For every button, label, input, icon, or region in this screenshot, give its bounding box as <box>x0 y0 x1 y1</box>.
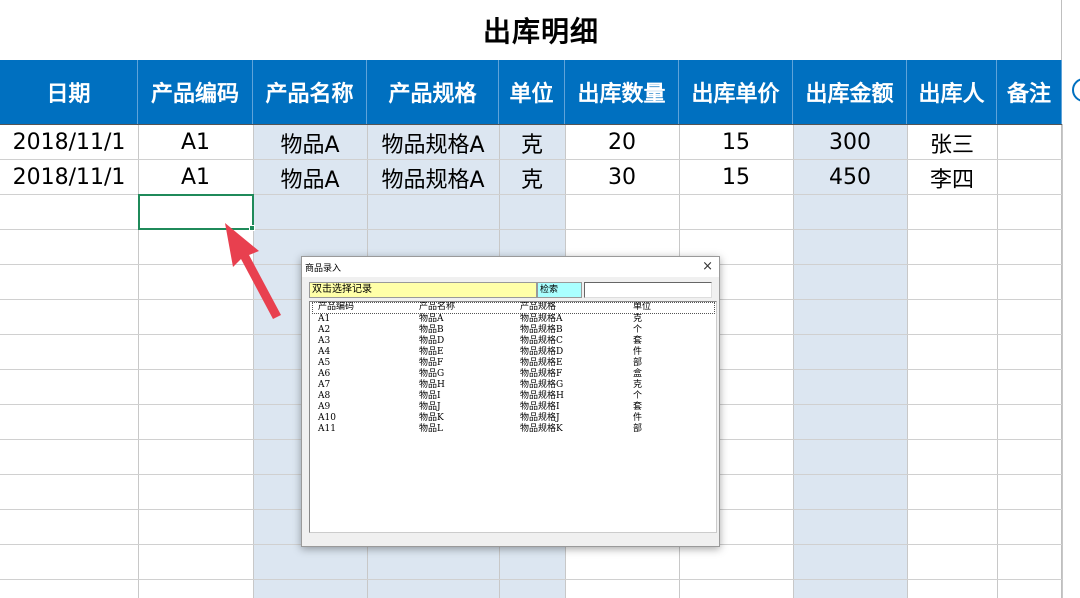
dialog-titlebar[interactable]: 商品录入 × <box>302 257 719 277</box>
cell-unit-price[interactable]: 15 <box>679 125 793 160</box>
search-label: 检索 <box>537 282 582 298</box>
list-item-unit[interactable]: 个 <box>633 326 642 335</box>
double-click-hint: 双击选择记录 <box>309 282 537 298</box>
list-item-spec[interactable]: 物品规格F <box>520 370 562 379</box>
list-item-spec[interactable]: 物品规格I <box>520 403 560 412</box>
cell-remark[interactable] <box>997 125 1062 160</box>
list-item-unit[interactable]: 克 <box>633 315 642 324</box>
cell-product-name[interactable]: 物品A <box>253 160 367 195</box>
list-item-spec[interactable]: 物品规格K <box>520 425 563 434</box>
list-col-code-header[interactable]: 产品编码 <box>318 303 354 312</box>
cell-amount[interactable]: 450 <box>793 160 907 195</box>
cell-product-code[interactable]: A1 <box>138 160 253 195</box>
spreadsheet-view: 出库明细 日期 产品编码 产品名称 产品规格 单位 出库数量 出库单价 出库金额 出库人 备注 20… <box>0 0 1080 598</box>
list-item-spec[interactable]: 物品规格A <box>520 315 563 324</box>
close-icon[interactable]: × <box>702 259 713 275</box>
dialog-statusbar <box>309 533 717 543</box>
list-item-spec[interactable]: 物品规格C <box>520 337 563 346</box>
header-product-code[interactable]: 产品编码 <box>138 60 253 124</box>
list-item-name[interactable]: 物品H <box>419 381 445 390</box>
cell-operator[interactable]: 李四 <box>907 160 997 195</box>
list-item-unit[interactable]: 件 <box>633 414 642 423</box>
list-item-name[interactable]: 物品B <box>419 326 444 335</box>
grid-vline <box>1062 124 1063 598</box>
list-col-name-header[interactable]: 产品名称 <box>419 303 455 312</box>
header-qty[interactable]: 出库数量 <box>565 60 679 124</box>
list-item-unit[interactable]: 盒 <box>633 370 642 379</box>
list-item-name[interactable]: 物品E <box>419 348 444 357</box>
header-unit[interactable]: 单位 <box>499 60 565 124</box>
cell-date[interactable]: 2018/11/1 <box>0 125 138 160</box>
cell-amount[interactable]: 300 <box>793 125 907 160</box>
list-item-unit[interactable]: 件 <box>633 348 642 357</box>
search-input[interactable] <box>584 282 712 298</box>
list-item-unit[interactable]: 个 <box>633 392 642 401</box>
cell-unit[interactable]: 克 <box>499 160 565 195</box>
header-product-name[interactable]: 产品名称 <box>253 60 367 124</box>
grid-vline <box>907 124 908 598</box>
cell-unit-price[interactable]: 15 <box>679 160 793 195</box>
sheet-title: 出库明细 <box>482 15 599 48</box>
cell-unit[interactable]: 克 <box>499 125 565 160</box>
product-entry-dialog: 商品录入 × 双击选择记录 检索 产品编码 产品名称 产品规格 单位 A1 物品A 物品规格… <box>301 256 720 547</box>
list-item-unit[interactable]: 部 <box>633 359 642 368</box>
grid-vline <box>793 124 794 598</box>
grid-hline <box>0 579 1062 580</box>
cell-product-spec[interactable]: 物品规格A <box>367 160 499 195</box>
list-item-name[interactable]: 物品D <box>419 337 444 346</box>
list-item-spec[interactable]: 物品规格H <box>520 392 564 401</box>
sheet-title-cell[interactable]: 出库明细 <box>0 0 1062 60</box>
list-item-code[interactable]: A1 <box>318 315 330 324</box>
list-item-name[interactable]: 物品L <box>419 425 443 434</box>
circle-icon <box>1072 78 1080 102</box>
shaded-column <box>793 124 907 598</box>
list-col-spec-header[interactable]: 产品规格 <box>520 303 556 312</box>
list-item-name[interactable]: 物品F <box>419 359 443 368</box>
cell-product-code[interactable]: A1 <box>138 125 253 160</box>
list-item-unit[interactable]: 部 <box>633 425 642 434</box>
list-item-unit[interactable]: 套 <box>633 337 642 346</box>
list-item-code[interactable]: A4 <box>318 348 330 357</box>
header-operator[interactable]: 出库人 <box>907 60 997 124</box>
cell-operator[interactable]: 张三 <box>907 125 997 160</box>
header-remark[interactable]: 备注 <box>997 60 1062 124</box>
list-item-spec[interactable]: 物品规格D <box>520 348 563 357</box>
dialog-title: 商品录入 <box>305 263 342 274</box>
list-item-code[interactable]: A7 <box>318 381 330 390</box>
list-item-code[interactable]: A11 <box>318 425 336 434</box>
header-unit-price[interactable]: 出库单价 <box>679 60 793 124</box>
list-col-unit-header[interactable]: 单位 <box>633 303 651 312</box>
list-header-row <box>312 302 715 314</box>
product-list[interactable]: 产品编码 产品名称 产品规格 单位 A1 物品A 物品规格A 克 A2 物品B 物品规格B 个 A3 物品… <box>309 301 717 533</box>
grid-vline <box>997 124 998 598</box>
header-amount[interactable]: 出库金额 <box>793 60 907 124</box>
red-arrow-icon <box>225 223 281 319</box>
cell-product-spec[interactable]: 物品规格A <box>367 125 499 160</box>
list-item-code[interactable]: A5 <box>318 359 330 368</box>
list-item-unit[interactable]: 套 <box>633 403 642 412</box>
cell-qty[interactable]: 20 <box>565 125 679 160</box>
list-item-name[interactable]: 物品K <box>419 414 444 423</box>
list-item-code[interactable]: A10 <box>318 414 336 423</box>
list-item-code[interactable]: A3 <box>318 337 330 346</box>
list-item-name[interactable]: 物品J <box>419 403 441 412</box>
cell-qty[interactable]: 30 <box>565 160 679 195</box>
list-item-name[interactable]: 物品I <box>419 392 441 401</box>
list-item-spec[interactable]: 物品规格E <box>520 359 563 368</box>
cell-product-name[interactable]: 物品A <box>253 125 367 160</box>
list-item-spec[interactable]: 物品规格J <box>520 414 560 423</box>
cell-date[interactable]: 2018/11/1 <box>0 160 138 195</box>
list-item-unit[interactable]: 克 <box>633 381 642 390</box>
list-item-code[interactable]: A9 <box>318 403 330 412</box>
list-item-spec[interactable]: 物品规格B <box>520 326 563 335</box>
list-item-name[interactable]: 物品G <box>419 370 444 379</box>
list-item-code[interactable]: A6 <box>318 370 330 379</box>
list-item-code[interactable]: A2 <box>318 326 330 335</box>
header-product-spec[interactable]: 产品规格 <box>367 60 499 124</box>
header-date[interactable]: 日期 <box>0 60 138 124</box>
cell-remark[interactable] <box>997 160 1062 195</box>
list-item-name[interactable]: 物品A <box>419 315 444 324</box>
list-item-spec[interactable]: 物品规格G <box>520 381 563 390</box>
list-item-code[interactable]: A8 <box>318 392 330 401</box>
